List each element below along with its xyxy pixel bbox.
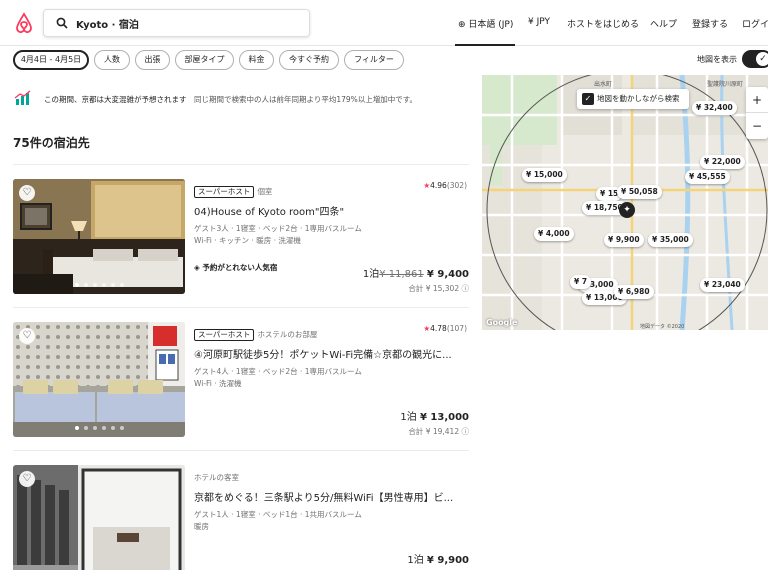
- map-attribution: 地図データ ©2020: [640, 324, 685, 330]
- price-pin[interactable]: ¥ 22,000: [700, 155, 745, 169]
- listing-title[interactable]: 京都をめぐる！三条駅より5分/無料WiFi【男性専用】ビ...: [194, 489, 464, 504]
- filter-more[interactable]: フィルター: [344, 50, 404, 70]
- listing-details: ゲスト3人 · 1寝室 · ベッド2台 · 1専用バスルーム: [194, 224, 362, 233]
- filter-instant-book[interactable]: 今すぐ予約: [279, 50, 339, 70]
- help-link[interactable]: ヘルプ: [650, 17, 677, 30]
- listing-type: ホステルのお部屋: [257, 330, 318, 339]
- price-pin[interactable]: ¥ 9,900: [604, 233, 644, 247]
- language-button[interactable]: ⊕ 日本語 (JP): [458, 17, 513, 30]
- listing-details: ゲスト4人 · 1寝室 · ベッド2台 · 1専用バスルーム: [194, 367, 362, 376]
- listing-details: ゲスト1人 · 1寝室 · ベッド1台 · 1共用バスルーム: [194, 510, 362, 519]
- listing-title[interactable]: ④河原町駅徒歩5分！ポケットWi-Fi完備☆京都の観光に...: [194, 346, 464, 361]
- checkbox-icon: ✓: [582, 93, 594, 105]
- host-link[interactable]: ホストをはじめる: [567, 17, 639, 30]
- info-icon: ⓘ: [461, 284, 470, 293]
- google-logo: Google: [486, 318, 518, 327]
- price-pin[interactable]: ¥ 50,058: [617, 185, 662, 199]
- rare-find-badge: ◈ 予約がとれない人気宿: [194, 263, 278, 272]
- filter-price[interactable]: 料金: [239, 50, 274, 70]
- price-pin[interactable]: ¥ 4,000: [534, 227, 574, 241]
- filter-guests[interactable]: 人数: [94, 50, 130, 70]
- listing-card[interactable]: ♡ スーパーホスト 個室 ★4.96(302) 04)House of Kyoto…: [13, 164, 469, 307]
- airbnb-logo[interactable]: [14, 12, 34, 34]
- listing-total[interactable]: 合計 ¥ 19,412 ⓘ: [408, 426, 469, 437]
- busy-notice: この期間、京都は大変混雑が予想されます 同じ期間で検索中の人は前年同期より平均1…: [14, 87, 474, 109]
- price-pin[interactable]: ¥ 23,040: [700, 278, 745, 292]
- top-header: Kyoto · 宿泊 ⊕ 日本語 (JP) ¥ JPY ホストをはじめる ヘルプ…: [0, 0, 768, 46]
- listing-amenities: 暖房: [194, 522, 209, 531]
- listing-photo[interactable]: ♡: [13, 465, 185, 570]
- zoom-in-button[interactable]: +: [746, 87, 768, 113]
- results-count: 75件の宿泊先: [13, 136, 90, 150]
- signup-link[interactable]: 登録する: [692, 17, 728, 30]
- price-pin[interactable]: ¥ 7: [570, 275, 592, 289]
- listing-type: ホテルの客室: [194, 473, 239, 482]
- price-pin[interactable]: ¥ 32,400: [692, 101, 737, 115]
- listing-price: 1泊 ¥ 13,000: [400, 412, 469, 423]
- filter-business[interactable]: 出張: [135, 50, 170, 70]
- map-panel[interactable]: 出水町 聖護院川原町 ✓ 地図を動かしながら検索 + − ¥ 32,400 ¥ 1…: [482, 75, 768, 330]
- listing-rating: ★4.78(107): [423, 324, 467, 333]
- trend-chart-icon: [14, 90, 31, 105]
- zoom-controls: + −: [746, 87, 768, 139]
- zoom-out-button[interactable]: −: [746, 113, 768, 139]
- photo-dots: [75, 426, 124, 430]
- notice-text: この期間、京都は大変混雑が予想されます: [44, 95, 187, 104]
- search-text: Kyoto · 宿泊: [76, 20, 139, 31]
- map-toggle-label: 地図を表示: [697, 55, 737, 64]
- listing-photo[interactable]: ♡: [13, 322, 185, 437]
- search-icon: [56, 17, 68, 29]
- listing-photo[interactable]: ♡: [13, 179, 185, 294]
- move-search-checkbox[interactable]: ✓ 地図を動かしながら検索: [577, 89, 689, 109]
- original-price: ¥ 11,861: [379, 269, 424, 280]
- listing-card[interactable]: ♡ ホテルの客室 京都をめぐる！三条駅より5分/無料WiFi【男性専用】ビ...…: [13, 450, 469, 570]
- price-pin[interactable]: ¥ 15,000: [522, 168, 567, 182]
- price-pin[interactable]: ¥ 35,000: [648, 233, 693, 247]
- selected-place-icon[interactable]: ✦: [619, 202, 635, 218]
- globe-icon: ⊕: [458, 20, 469, 30]
- heart-icon[interactable]: ♡: [19, 471, 35, 487]
- heart-icon[interactable]: ♡: [19, 328, 35, 344]
- filter-dates[interactable]: 4月4日 - 4月5日: [13, 50, 89, 70]
- price-pin[interactable]: ¥ 6,980: [614, 285, 654, 299]
- map-label-area: 聖護院川原町: [707, 81, 744, 88]
- filter-room-type[interactable]: 部屋タイプ: [175, 50, 234, 70]
- listing-type: 個室: [257, 187, 273, 196]
- listing-title[interactable]: 04)House of Kyoto room"四条": [194, 203, 464, 218]
- price-pin[interactable]: ¥ 45,555: [685, 170, 730, 184]
- listing-total[interactable]: 合計 ¥ 15,302 ⓘ: [408, 283, 469, 294]
- listing-card[interactable]: ♡ スーパーホスト ホステルのお部屋 ★4.78(107) ④河原町駅徒歩5分！ポ…: [13, 307, 469, 450]
- superhost-badge: スーパーホスト: [194, 186, 255, 198]
- filter-bar: 4月4日 - 4月5日 人数 出張 部屋タイプ 料金 今すぐ予約 フィルター 地…: [0, 47, 768, 75]
- map-label-station: 出水町: [594, 81, 613, 88]
- heart-icon[interactable]: ♡: [19, 185, 35, 201]
- photo-dots: [75, 283, 124, 287]
- notice-detail: 同じ期間で検索中の人は前年同期より平均179%以上増加中です。: [194, 95, 418, 104]
- superhost-badge: スーパーホスト: [194, 329, 255, 341]
- language-active-indicator: [455, 44, 515, 46]
- info-icon: ⓘ: [461, 427, 470, 436]
- login-link[interactable]: ログイ: [742, 17, 768, 30]
- currency-button[interactable]: ¥ JPY: [528, 17, 550, 27]
- search-bar[interactable]: Kyoto · 宿泊: [43, 9, 310, 37]
- listing-amenities: Wi-Fi · キッチン · 暖房 · 洗濯機: [194, 236, 301, 245]
- listing-rating: ★4.96(302): [423, 181, 467, 190]
- map-toggle[interactable]: [742, 50, 768, 68]
- listing-panel: この期間、京都は大変混雑が予想されます 同じ期間で検索中の人は前年同期より平均1…: [0, 75, 480, 570]
- listing-amenities: Wi-Fi · 洗濯機: [194, 379, 242, 388]
- listing-price: 1泊 ¥ 9,900: [407, 555, 469, 566]
- listing-price: 1泊¥ 11,861 ¥ 9,400: [362, 269, 469, 280]
